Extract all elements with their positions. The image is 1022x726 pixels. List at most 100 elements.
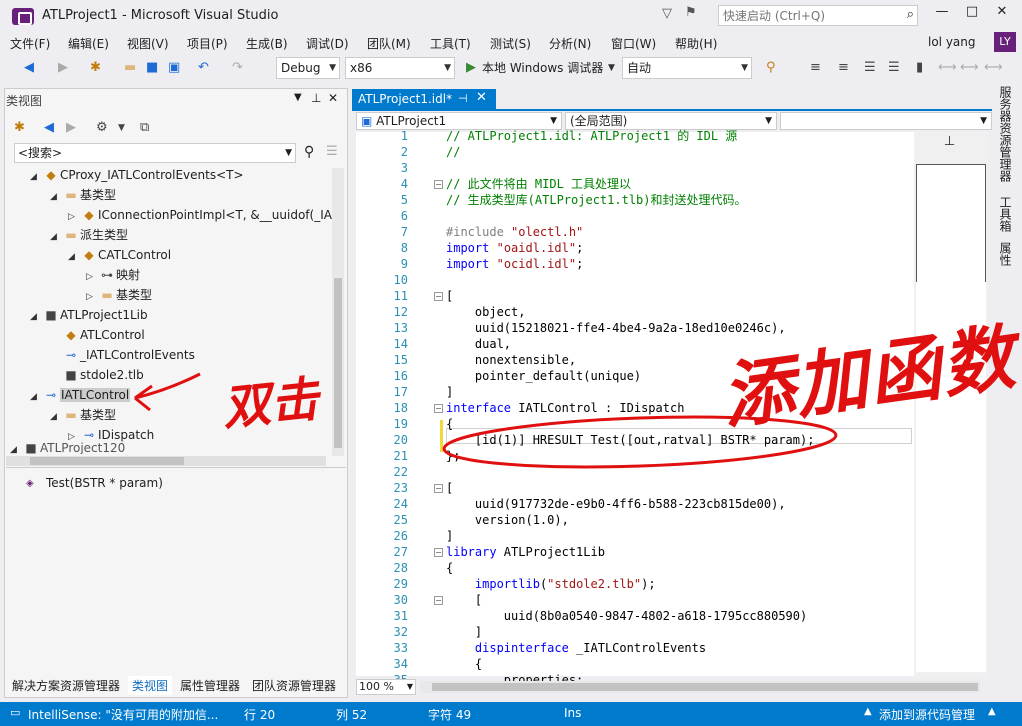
toolbar-icon-c[interactable]: ☰	[864, 58, 876, 78]
tree-item[interactable]: ◢ ▬ 派生类型	[50, 225, 128, 245]
tree-item[interactable]: ◢ ▬ 基类型	[50, 185, 116, 205]
add-to-source-control-button[interactable]: 添加到源代码管理	[879, 706, 975, 723]
tree-item[interactable]: ⊸ _IATLControlEvents	[50, 345, 195, 365]
tab-document[interactable]: ATLProject1.idl*	[352, 89, 496, 110]
toolbar-icon-b[interactable]: ≡	[838, 58, 849, 78]
code-line[interactable]: ]	[446, 624, 482, 640]
menu-debug[interactable]: 调试(D)	[306, 35, 349, 52]
code-line[interactable]: // 生成类型库(ATLProject1.tlb)和封送处理代码。	[446, 192, 747, 208]
close-button[interactable]: ✕	[988, 4, 1016, 26]
menu-edit[interactable]: 编辑(E)	[68, 35, 109, 52]
menu-project[interactable]: 项目(P)	[187, 35, 228, 52]
arrow-up-icon[interactable]: ▲	[988, 706, 996, 717]
scrollbar-thumb[interactable]	[334, 278, 342, 448]
quick-launch-input[interactable]	[719, 6, 894, 25]
expand-icon[interactable]: ◢	[68, 247, 80, 267]
filter-icon[interactable]: ▽	[662, 6, 672, 21]
platform-select[interactable]: x86 ▼	[345, 57, 455, 79]
save-icon[interactable]: ■	[146, 58, 158, 78]
code-line[interactable]: object,	[446, 304, 526, 320]
toolbar-icon-e[interactable]: ⟷	[938, 58, 957, 78]
scrollbar-thumb[interactable]	[30, 457, 184, 465]
zoom-select[interactable]: 100 % ▼	[356, 679, 416, 695]
close-icon[interactable]: ✕	[328, 91, 338, 105]
bookmark-icon[interactable]: ▮	[916, 58, 923, 78]
code-line[interactable]: [	[446, 288, 453, 304]
back-icon[interactable]: ◀	[44, 118, 54, 138]
pin-icon[interactable]: ⊣	[458, 92, 468, 105]
expand-icon[interactable]: ◢	[30, 167, 42, 187]
minimize-button[interactable]: —	[928, 4, 956, 26]
menu-file[interactable]: 文件(F)	[10, 35, 50, 52]
code-line[interactable]: };	[446, 448, 460, 464]
solution-config-select[interactable]: 自动 ▼	[622, 57, 752, 79]
gear-icon[interactable]: ⚙	[96, 118, 108, 138]
class-diagram-icon[interactable]: ⧉	[140, 118, 149, 138]
tree-item[interactable]: ▷ ▬ 基类型	[86, 285, 152, 305]
tree-item[interactable]: ▷ ⊶ 映射	[86, 265, 140, 285]
tree-item[interactable]: ◢ ■ ATLProject1Lib	[30, 305, 148, 325]
tree-item[interactable]: ▷ ◆ IConnectionPointImpl<T, &__uuidof(_IA	[68, 205, 332, 225]
forward-icon[interactable]: ▶	[66, 118, 76, 138]
close-icon[interactable]: ✕	[476, 90, 487, 105]
code-line[interactable]: interface IATLControl : IDispatch	[446, 400, 684, 416]
tab-server-explorer[interactable]: 服务器资源管理器	[997, 86, 1014, 182]
tab-team-explorer[interactable]: 团队资源管理器	[248, 676, 340, 695]
code-line[interactable]: [	[446, 480, 453, 496]
tree-item[interactable]: ◢ ◆ CATLControl	[68, 245, 171, 265]
configuration-select[interactable]: Debug ▼	[276, 57, 340, 79]
collapse-icon[interactable]: −	[434, 292, 443, 301]
minimap-viewport[interactable]	[916, 164, 986, 284]
pin-icon[interactable]: ⊥	[311, 91, 321, 105]
class-view-search-input[interactable]: <搜索> ▼	[14, 143, 296, 163]
code-line[interactable]: import "ocidl.idl";	[446, 256, 583, 272]
code-line[interactable]: import "oaidl.idl";	[446, 240, 583, 256]
undo-icon[interactable]: ↶	[198, 58, 209, 78]
tab-solution-explorer[interactable]: 解决方案资源管理器	[8, 676, 124, 695]
code-line[interactable]: uuid(15218021-ffe4-4be4-9a2a-18ed10e0246…	[446, 320, 786, 336]
split-icon[interactable]: ⊥	[944, 134, 955, 149]
expand-icon[interactable]: ◢	[50, 187, 62, 207]
member-nav-dropdown[interactable]: ▼	[780, 112, 992, 130]
search-icon[interactable]: ⚲	[304, 144, 314, 160]
back-icon[interactable]: ◀	[24, 58, 34, 78]
code-line[interactable]: #include "olectl.h"	[446, 224, 583, 240]
expand-icon[interactable]: ◢	[50, 227, 62, 247]
tree-item[interactable]: ◢ ◆ CProxy_IATLControlEvents<T>	[30, 165, 244, 185]
code-line[interactable]: dual,	[446, 336, 511, 352]
code-line[interactable]: // 此文件将由 MIDL 工具处理以	[446, 176, 631, 192]
collapse-icon[interactable]: −	[434, 596, 443, 605]
collapse-icon[interactable]: −	[434, 180, 443, 189]
toolbar-icon-g[interactable]: ⟷	[984, 58, 1003, 78]
find-icon[interactable]: ⚲	[766, 58, 776, 78]
arrow-up-icon[interactable]: ▲	[864, 706, 872, 717]
menu-test[interactable]: 测试(S)	[490, 35, 531, 52]
collapse-icon[interactable]: ▷	[86, 267, 98, 287]
code-line[interactable]: pointer_default(unique)	[446, 368, 641, 384]
code-line[interactable]: {	[446, 416, 453, 432]
menu-window[interactable]: 窗口(W)	[611, 35, 656, 52]
new-project-icon[interactable]: ✱	[90, 58, 101, 78]
code-line[interactable]: ]	[446, 528, 453, 544]
expand-icon[interactable]: ◢	[30, 387, 42, 407]
expand-icon[interactable]: ◢	[30, 307, 42, 327]
open-file-icon[interactable]: ▬	[124, 58, 136, 78]
notification-flag-icon[interactable]: ⚑	[685, 5, 697, 20]
collapse-icon[interactable]: ▷	[68, 207, 80, 227]
tab-class-view[interactable]: 类视图	[128, 676, 173, 695]
menu-tools[interactable]: 工具(T)	[430, 35, 471, 52]
save-all-icon[interactable]: ▣	[168, 58, 180, 78]
code-line[interactable]: importlib("stdole2.tlb");	[446, 576, 656, 592]
toolbar-icon-a[interactable]: ≡	[810, 58, 821, 78]
collapse-icon[interactable]: −	[434, 404, 443, 413]
collapse-icon[interactable]: −	[434, 484, 443, 493]
tab-properties[interactable]: 属性	[997, 242, 1014, 266]
tree-item-partial[interactable]: ◢ ■ ATLProject120	[10, 442, 125, 454]
code-line[interactable]: [	[446, 592, 482, 608]
tree-item-selected[interactable]: ◢ ⊸ IATLControl	[30, 385, 131, 407]
code-line[interactable]: ]	[446, 384, 453, 400]
maximize-button[interactable]: □	[958, 4, 986, 26]
menu-view[interactable]: 视图(V)	[127, 35, 169, 52]
chevron-down-icon[interactable]: ▼	[608, 58, 615, 78]
quick-launch-box[interactable]: ⌕	[718, 5, 918, 26]
